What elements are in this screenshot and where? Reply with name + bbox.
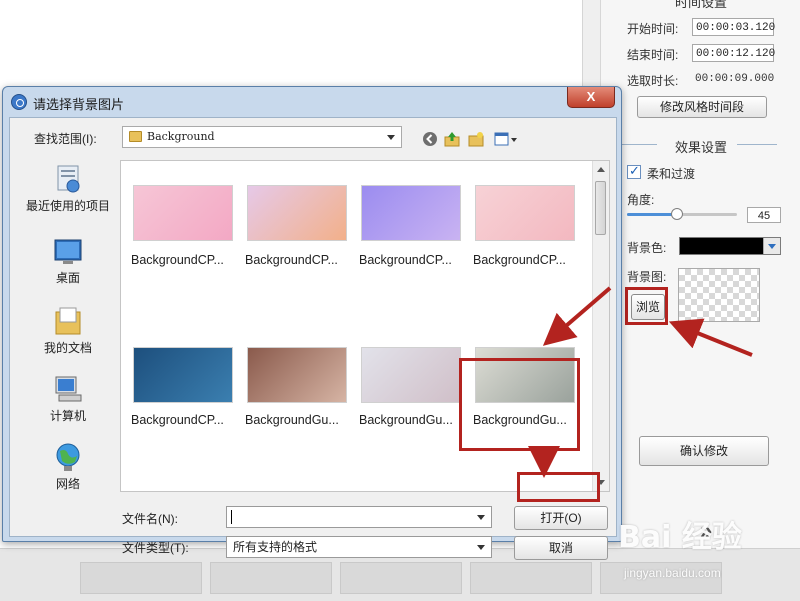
watermark-logo: Bai 经验: [618, 520, 742, 555]
arrow-to-file: [542, 286, 612, 346]
watermark-url: jingyan.baidu.com: [624, 566, 721, 580]
annotation-arrows: [528, 286, 753, 478]
arrow-to-browse: [668, 318, 753, 357]
